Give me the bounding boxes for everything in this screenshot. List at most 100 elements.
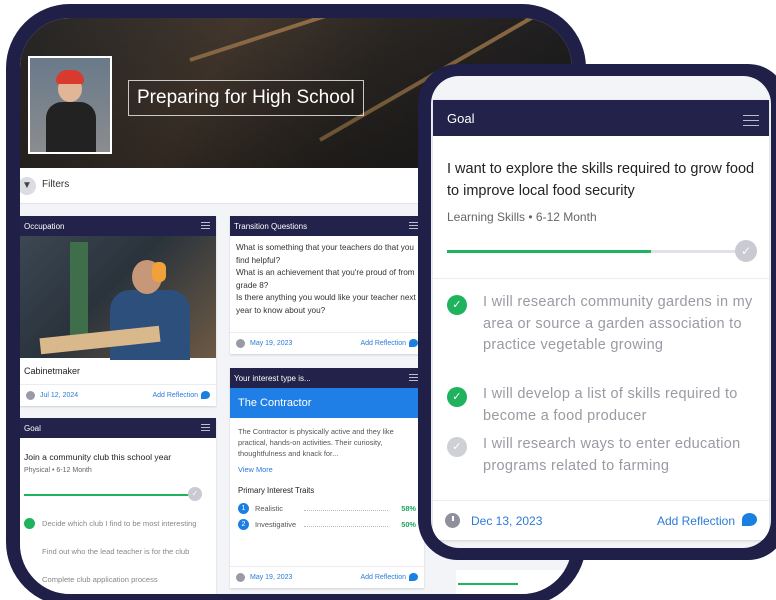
add-reflection-link[interactable]: Add Reflection bbox=[152, 392, 198, 399]
traits-title: Primary Interest Traits bbox=[238, 486, 315, 495]
phone-screen: Goal I want to explore the skills requir… bbox=[431, 76, 771, 548]
card-footer: May 19, 2023 Add Reflection bbox=[230, 332, 424, 354]
goal-step[interactable]: ✓ I will develop a list of skills requir… bbox=[447, 384, 757, 427]
clock-icon bbox=[445, 513, 460, 528]
trait-row: 1 Realistic 58% bbox=[238, 501, 416, 517]
occupation-card[interactable]: Occupation Cabinetmaker Jul 12, 2024 Add… bbox=[20, 216, 216, 406]
goal-subtitle: Learning Skills • 6-12 Month bbox=[447, 210, 597, 224]
card-header: Occupation bbox=[20, 216, 216, 236]
trait-label: Realistic bbox=[255, 504, 283, 513]
goal-step-text: I will research community gardens in my … bbox=[483, 294, 753, 353]
trait-leader bbox=[304, 510, 388, 511]
comment-icon[interactable] bbox=[742, 513, 757, 526]
goal-step[interactable]: ✓ I will research ways to enter educatio… bbox=[447, 434, 757, 477]
goal-step-text: Decide which club I find to be most inte… bbox=[42, 519, 197, 528]
profile-photo[interactable] bbox=[28, 56, 112, 154]
menu-icon[interactable] bbox=[409, 220, 418, 231]
trait-row: 2 Investigative 50% bbox=[238, 517, 416, 533]
add-reflection-link[interactable]: Add Reflection bbox=[657, 514, 735, 528]
clock-icon bbox=[236, 573, 245, 582]
goal-progress-fill bbox=[447, 250, 651, 253]
filters-button[interactable]: Filters bbox=[42, 179, 69, 190]
profile-photo-shirt bbox=[46, 102, 96, 152]
card-date: May 19, 2023 bbox=[250, 340, 293, 347]
goal-step[interactable]: ✓ I will research community gardens in m… bbox=[447, 292, 757, 357]
occupation-image-earmuff bbox=[152, 262, 166, 282]
check-icon[interactable]: ✓ bbox=[735, 240, 757, 262]
check-icon[interactable]: ✓ bbox=[447, 437, 467, 457]
trait-percent: 50% bbox=[401, 520, 416, 529]
card-title: Transition Questions bbox=[234, 222, 308, 231]
trait-number: 1 bbox=[238, 503, 249, 514]
trait-label: Investigative bbox=[255, 520, 297, 529]
question-item: Is there anything you would like your te… bbox=[236, 293, 416, 315]
goal-step[interactable]: Decide which club I find to be most inte… bbox=[24, 518, 204, 530]
divider bbox=[433, 278, 769, 279]
card-fragment bbox=[456, 570, 566, 594]
view-more-link[interactable]: View More bbox=[230, 459, 424, 474]
menu-icon[interactable] bbox=[201, 422, 210, 433]
card-header: Your interest type is... bbox=[230, 368, 424, 388]
card-header: Goal bbox=[20, 418, 216, 438]
check-icon bbox=[24, 518, 35, 529]
card-footer: May 19, 2023 Add Reflection bbox=[230, 566, 424, 588]
check-icon[interactable]: ✓ bbox=[188, 487, 202, 501]
goal-title: I want to explore the skills required to… bbox=[447, 161, 755, 199]
card-footer: Jul 12, 2024 Add Reflection bbox=[20, 384, 216, 406]
interest-description: The Contractor is physically active and … bbox=[238, 427, 394, 458]
trait-percent: 58% bbox=[401, 504, 416, 513]
occupation-name: Cabinetmaker bbox=[24, 366, 81, 376]
occupation-image-drill bbox=[70, 242, 88, 342]
card-footer: Dec 13, 2023 Add Reflection bbox=[433, 500, 769, 540]
interest-type-name: The Contractor bbox=[230, 388, 424, 418]
clock-icon bbox=[26, 391, 35, 400]
comment-icon[interactable] bbox=[409, 573, 418, 581]
transition-questions-text: What is something that your teachers do … bbox=[230, 236, 424, 317]
card-title: Goal bbox=[24, 424, 41, 433]
card-header: Goal bbox=[433, 100, 769, 136]
trait-number: 2 bbox=[238, 519, 249, 530]
goal-card[interactable]: Goal I want to explore the skills requir… bbox=[433, 100, 769, 540]
trait-leader bbox=[304, 526, 388, 527]
phone-device: Goal I want to explore the skills requir… bbox=[418, 64, 776, 560]
comment-icon[interactable] bbox=[409, 339, 418, 347]
add-reflection-link[interactable]: Add Reflection bbox=[360, 340, 406, 347]
clock-icon bbox=[236, 339, 245, 348]
question-item: What is something that your teachers do … bbox=[236, 243, 414, 265]
interest-type-card[interactable]: Your interest type is... The Contractor … bbox=[230, 368, 424, 588]
card-title: Goal bbox=[447, 111, 475, 126]
card-title: Your interest type is... bbox=[234, 374, 311, 383]
menu-icon[interactable] bbox=[743, 111, 759, 130]
goal-step-text: I will research ways to enter education … bbox=[483, 436, 741, 474]
question-item: What is an achievement that you're proud… bbox=[236, 268, 415, 290]
progress-fragment bbox=[458, 583, 518, 585]
occupation-image bbox=[20, 236, 216, 360]
page-title: Preparing for High School bbox=[128, 80, 364, 116]
goal-step-text: Complete club application process bbox=[42, 575, 158, 584]
goal-progress-bar bbox=[447, 250, 747, 253]
goal-title: Join a community club this school year bbox=[24, 452, 172, 462]
goal-subtitle: Physical • 6-12 Month bbox=[24, 467, 92, 474]
add-reflection-link[interactable]: Add Reflection bbox=[360, 574, 406, 581]
card-title: Occupation bbox=[24, 222, 65, 231]
profile-photo-hat bbox=[56, 70, 84, 84]
occupation-image-worker bbox=[110, 290, 190, 360]
goal-progress-bar bbox=[24, 494, 196, 496]
card-date: Dec 13, 2023 bbox=[471, 514, 543, 528]
menu-icon[interactable] bbox=[201, 220, 210, 231]
filter-icon[interactable]: ▼ bbox=[20, 177, 36, 195]
check-icon[interactable]: ✓ bbox=[447, 387, 467, 407]
card-date: May 19, 2023 bbox=[250, 574, 293, 581]
goal-step-text: I will develop a list of skills required… bbox=[483, 386, 738, 424]
card-header: Transition Questions bbox=[230, 216, 424, 236]
card-date: Jul 12, 2024 bbox=[40, 392, 79, 399]
small-goal-card[interactable]: Goal Join a community club this school y… bbox=[20, 418, 216, 594]
check-icon[interactable]: ✓ bbox=[447, 295, 467, 315]
goal-progress-fill bbox=[24, 494, 191, 496]
transition-questions-card[interactable]: Transition Questions What is something t… bbox=[230, 216, 424, 354]
goal-step[interactable]: Find out who the lead teacher is for the… bbox=[24, 546, 204, 558]
goal-step-text: Find out who the lead teacher is for the… bbox=[42, 547, 190, 556]
comment-icon[interactable] bbox=[201, 391, 210, 399]
menu-icon[interactable] bbox=[409, 372, 418, 383]
goal-step[interactable]: Complete club application process bbox=[24, 574, 204, 586]
